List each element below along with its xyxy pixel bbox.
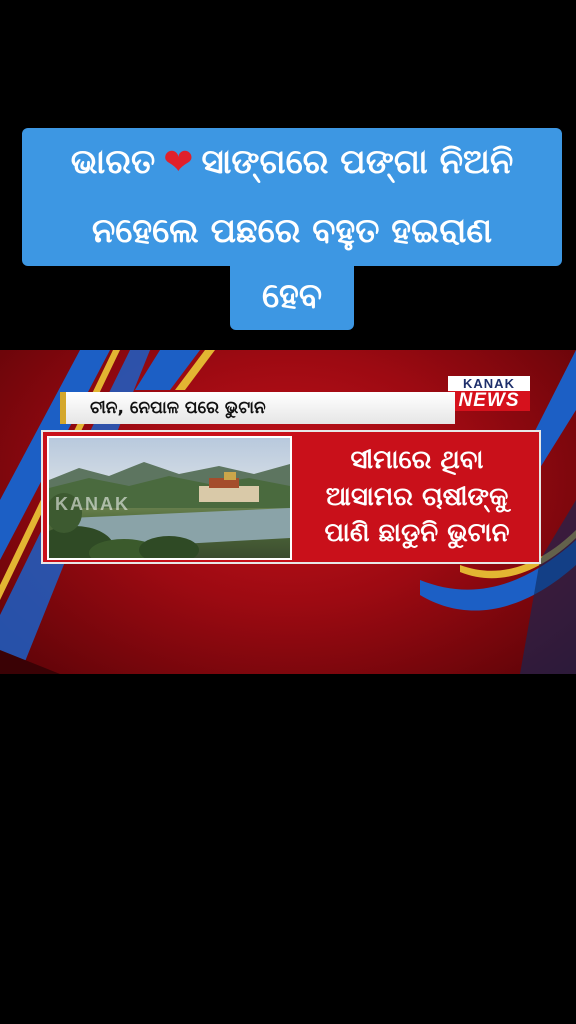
channel-logo: KANAK NEWS bbox=[448, 376, 530, 411]
heart-icon: ❤ bbox=[163, 142, 194, 184]
caption-phrase: ସାଙ୍ଗରେ ପଙ୍ଗା ନିଅନି bbox=[201, 142, 514, 183]
caption-line-3: ହେବ bbox=[230, 264, 354, 330]
news-video-frame: KANAK NEWS ଚୀନ, ନେପାଳ ପରେ ଭୁଟାନ KANAK ସୀ… bbox=[0, 350, 576, 674]
logo-bottom-text: NEWS bbox=[448, 391, 530, 411]
news-ticker: ଚୀନ, ନେପାଳ ପରେ ଭୁଟାନ bbox=[60, 392, 455, 424]
caption-word: ଭାରତ bbox=[70, 142, 156, 183]
headline-line: ଆସାମର ଚାଷୀଙ୍କୁ bbox=[325, 481, 509, 512]
headline-line: ସୀମାରେ ଥିବା bbox=[350, 444, 484, 475]
headline-line: ପାଣି ଛାଡୁନି ଭୁଟାନ bbox=[324, 518, 510, 549]
headline-panel: KANAK ସୀମାରେ ଥିବା ଆସାମର ଚାଷୀଙ୍କୁ ପାଣି ଛା… bbox=[41, 430, 541, 564]
logo-top-text: KANAK bbox=[448, 376, 530, 391]
caption-line-1: ଭାରତ ❤ ସାଙ୍ଗରେ ପଙ୍ଗା ନିଅନି bbox=[22, 128, 562, 198]
news-photo: KANAK bbox=[47, 436, 292, 560]
photo-watermark: KANAK bbox=[55, 494, 130, 514]
caption-line-2: ନହେଲେ ପଛରେ ବହୁତ ହଇରାଣ bbox=[22, 198, 562, 266]
video-screen: ଭାରତ ❤ ସାଙ୍ଗରେ ପଙ୍ଗା ନିଅନି ନହେଲେ ପଛରେ ବହ… bbox=[0, 0, 576, 1024]
headline-text: ସୀମାରେ ଥିବା ଆସାମର ଚାଷୀଙ୍କୁ ପାଣି ଛାଡୁନି ଭ… bbox=[295, 432, 539, 562]
